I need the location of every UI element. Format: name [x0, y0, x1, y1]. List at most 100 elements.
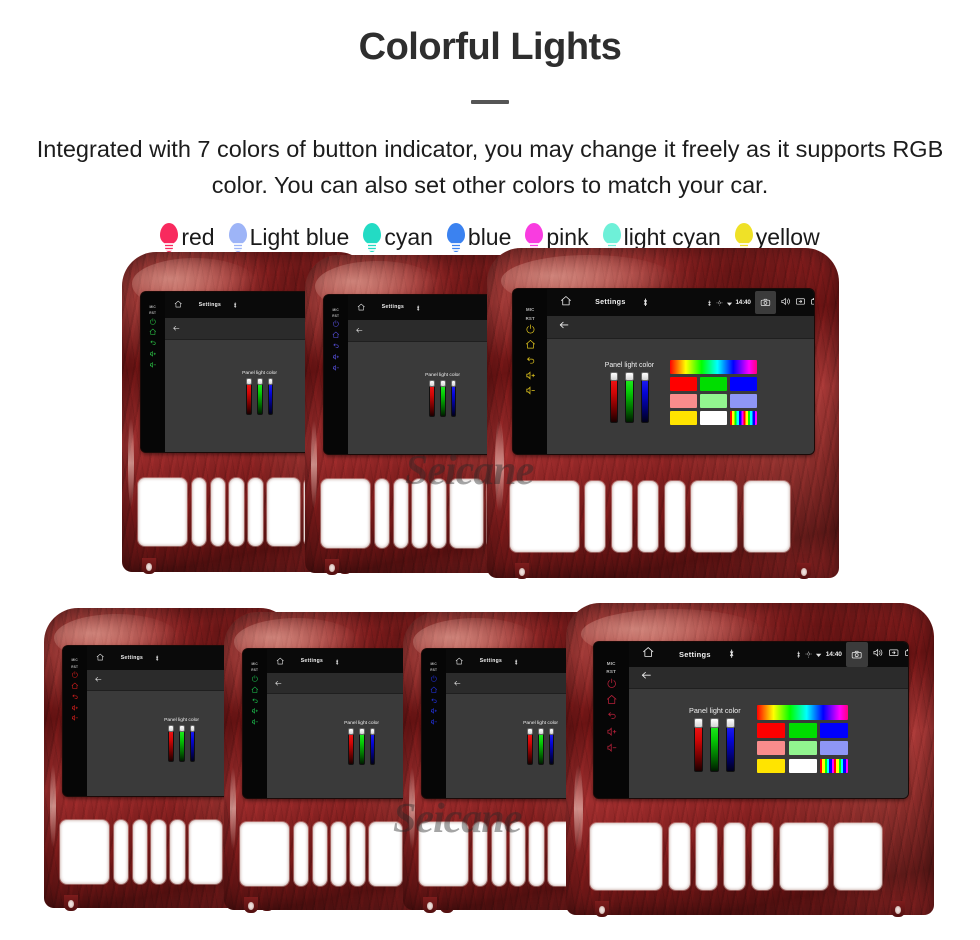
button-opening-2[interactable] — [191, 477, 207, 547]
slider-thumb[interactable] — [694, 718, 704, 728]
volume-icon[interactable] — [780, 293, 791, 311]
nav-back-icon[interactable] — [94, 671, 102, 689]
button-opening-4[interactable] — [229, 477, 244, 547]
button-opening-7[interactable] — [834, 822, 883, 891]
nav-back-icon[interactable] — [558, 318, 570, 336]
slider-thumb[interactable] — [548, 728, 555, 735]
camera-icon[interactable] — [845, 642, 869, 667]
slider-blue-channel[interactable] — [450, 380, 457, 418]
home-icon[interactable] — [525, 339, 536, 350]
button-opening-5[interactable] — [431, 479, 446, 548]
slider-red-channel[interactable] — [245, 378, 252, 415]
slider-red-channel[interactable] — [347, 728, 354, 766]
volume-down-icon[interactable] — [430, 718, 438, 726]
volume-up-icon[interactable] — [149, 350, 157, 358]
swatch-r1-c1[interactable] — [788, 740, 817, 756]
swatch-r1-c1[interactable] — [700, 394, 727, 408]
slider-blue-channel[interactable] — [640, 371, 649, 424]
slider-thumb[interactable] — [178, 725, 185, 732]
slider-blue-channel[interactable] — [369, 728, 376, 766]
slider-thumb[interactable] — [245, 378, 252, 385]
button-opening-4[interactable] — [638, 480, 659, 552]
return-icon[interactable] — [606, 710, 617, 721]
home-icon[interactable] — [251, 686, 259, 694]
slider-red-channel[interactable] — [167, 725, 174, 762]
button-opening-6[interactable] — [369, 822, 402, 887]
volume-down-icon[interactable] — [251, 718, 259, 726]
screenshot-icon[interactable] — [888, 645, 899, 663]
slider-thumb[interactable] — [537, 728, 544, 735]
slider-thumb[interactable] — [526, 728, 533, 735]
home-icon[interactable] — [642, 645, 654, 663]
recents-icon[interactable] — [810, 293, 815, 311]
return-icon[interactable] — [430, 697, 438, 705]
return-icon[interactable] — [71, 693, 79, 701]
bluetooth-icon[interactable] — [415, 298, 421, 316]
slider-thumb[interactable] — [358, 728, 365, 735]
home-icon[interactable] — [560, 293, 572, 311]
swatch-r1-c2[interactable] — [729, 394, 757, 408]
home-icon[interactable] — [276, 652, 284, 670]
volume-down-icon[interactable] — [606, 742, 617, 753]
slider-thumb[interactable] — [347, 728, 354, 735]
slider-thumb[interactable] — [710, 718, 720, 728]
home-icon[interactable] — [96, 649, 104, 667]
button-opening-6[interactable] — [267, 477, 300, 547]
volume-down-icon[interactable] — [332, 364, 340, 372]
swatch-r0-c1[interactable] — [788, 723, 817, 738]
button-opening-6[interactable] — [691, 480, 738, 552]
bluetooth-icon[interactable] — [641, 293, 650, 311]
slider-green-channel[interactable] — [625, 371, 634, 424]
button-opening-1[interactable] — [589, 822, 662, 891]
return-icon[interactable] — [251, 697, 259, 705]
power-icon[interactable] — [71, 671, 79, 679]
button-opening-3[interactable] — [393, 479, 408, 548]
slider-thumb[interactable] — [167, 725, 174, 732]
button-opening-3[interactable] — [210, 477, 225, 547]
nav-back-icon[interactable] — [355, 322, 363, 340]
slider-blue-channel[interactable] — [726, 718, 736, 773]
volume-up-icon[interactable] — [332, 353, 340, 361]
power-icon[interactable] — [430, 675, 438, 683]
slider-thumb[interactable] — [256, 378, 263, 385]
volume-up-icon[interactable] — [251, 707, 259, 715]
volume-down-icon[interactable] — [149, 361, 157, 369]
swatch-r1-c2[interactable] — [819, 740, 848, 756]
slider-thumb[interactable] — [450, 380, 457, 387]
button-opening-1[interactable] — [240, 822, 290, 887]
power-icon[interactable] — [251, 675, 259, 683]
button-opening-2[interactable] — [374, 479, 390, 548]
swatch-r0-c2[interactable] — [729, 377, 757, 391]
nav-back-icon[interactable] — [640, 668, 652, 686]
slider-thumb[interactable] — [267, 378, 274, 385]
return-icon[interactable] — [149, 339, 157, 347]
swatch-r0-c1[interactable] — [700, 377, 727, 391]
bluetooth-icon[interactable] — [513, 652, 519, 670]
swatch-r1-c0[interactable] — [757, 740, 786, 756]
button-opening-6[interactable] — [189, 819, 222, 884]
swatch-rainbow[interactable] — [819, 758, 848, 774]
recents-icon[interactable] — [904, 645, 909, 663]
swatch-r0-c0[interactable] — [757, 723, 786, 738]
slider-thumb[interactable] — [439, 380, 446, 387]
swatch-r0-c2[interactable] — [819, 723, 848, 738]
home-icon[interactable] — [430, 686, 438, 694]
swatch-hue-bar[interactable] — [757, 705, 848, 720]
slider-thumb[interactable] — [369, 728, 376, 735]
nav-back-icon[interactable] — [172, 319, 180, 337]
button-opening-1[interactable] — [419, 822, 469, 887]
home-icon[interactable] — [149, 328, 157, 336]
power-icon[interactable] — [606, 678, 617, 689]
slider-thumb[interactable] — [625, 371, 634, 381]
screenshot-icon[interactable] — [795, 293, 806, 311]
button-opening-5[interactable] — [529, 822, 544, 887]
slider-red-channel[interactable] — [526, 728, 533, 766]
button-opening-4[interactable] — [510, 822, 525, 887]
swatch-hue-bar[interactable] — [670, 359, 757, 374]
slider-thumb[interactable] — [189, 725, 196, 732]
bluetooth-icon[interactable] — [727, 645, 736, 663]
button-opening-1[interactable] — [60, 819, 110, 884]
slider-thumb[interactable] — [726, 718, 736, 728]
button-opening-4[interactable] — [151, 819, 166, 884]
slider-thumb[interactable] — [640, 371, 649, 381]
